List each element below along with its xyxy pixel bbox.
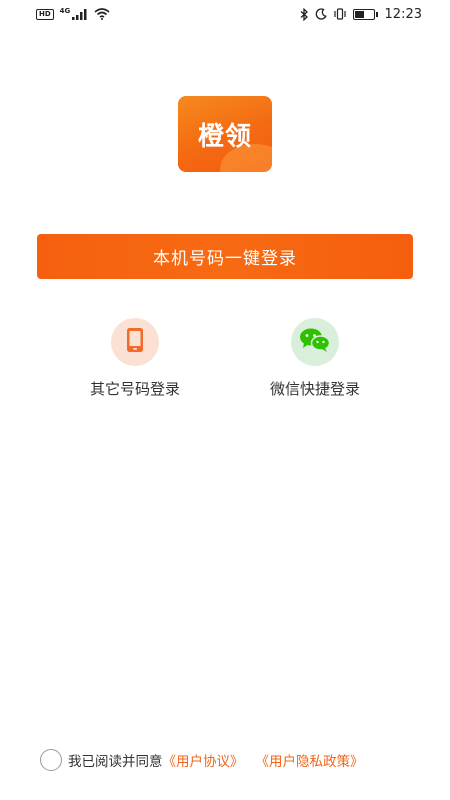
status-bar-right: 12:23 <box>300 7 422 22</box>
agreement-prefix-text: 我已阅读并同意 <box>68 754 163 770</box>
status-bar: HD 4G 12:23 <box>0 0 450 28</box>
moon-icon <box>315 8 327 20</box>
vibrate-icon <box>333 8 347 20</box>
other-number-login-label[interactable]: 其它号码登录 <box>90 378 180 399</box>
signal-icon <box>72 8 88 20</box>
battery-level-fill <box>354 10 364 18</box>
hd-badge: HD <box>36 8 54 20</box>
agreement-checkbox[interactable] <box>40 749 62 771</box>
privacy-policy-link[interactable]: 《用户隐私政策》 <box>256 750 364 770</box>
network-type-label: 4G <box>59 7 71 15</box>
phone-login-icon-circle[interactable] <box>111 318 159 366</box>
battery-icon <box>352 8 378 20</box>
bluetooth-icon <box>300 7 309 21</box>
login-screen: HD 4G 12:23 橙领 本机号码一键登录 其它号码登录 微信快捷登录 我已… <box>0 0 450 800</box>
wifi-icon <box>94 8 110 20</box>
app-logo-text: 橙领 <box>197 121 252 152</box>
wechat-login-icon-circle[interactable] <box>291 318 339 366</box>
agreement-row: 我已阅读并同意 《用户协议》 《用户隐私政策》 <box>40 749 364 771</box>
status-bar-left: HD 4G <box>36 7 110 20</box>
wechat-icon <box>299 327 331 357</box>
wechat-login-option[interactable]: 微信快捷登录 <box>235 318 395 399</box>
wechat-login-label[interactable]: 微信快捷登录 <box>270 378 360 399</box>
phone-icon <box>125 327 145 357</box>
user-agreement-link[interactable]: 《用户协议》 <box>163 750 244 770</box>
status-time: 12:23 <box>384 6 422 22</box>
other-number-login-option[interactable]: 其它号码登录 <box>55 318 215 399</box>
app-logo: 橙领 <box>178 96 272 172</box>
one-click-login-button[interactable]: 本机号码一键登录 <box>37 234 413 279</box>
